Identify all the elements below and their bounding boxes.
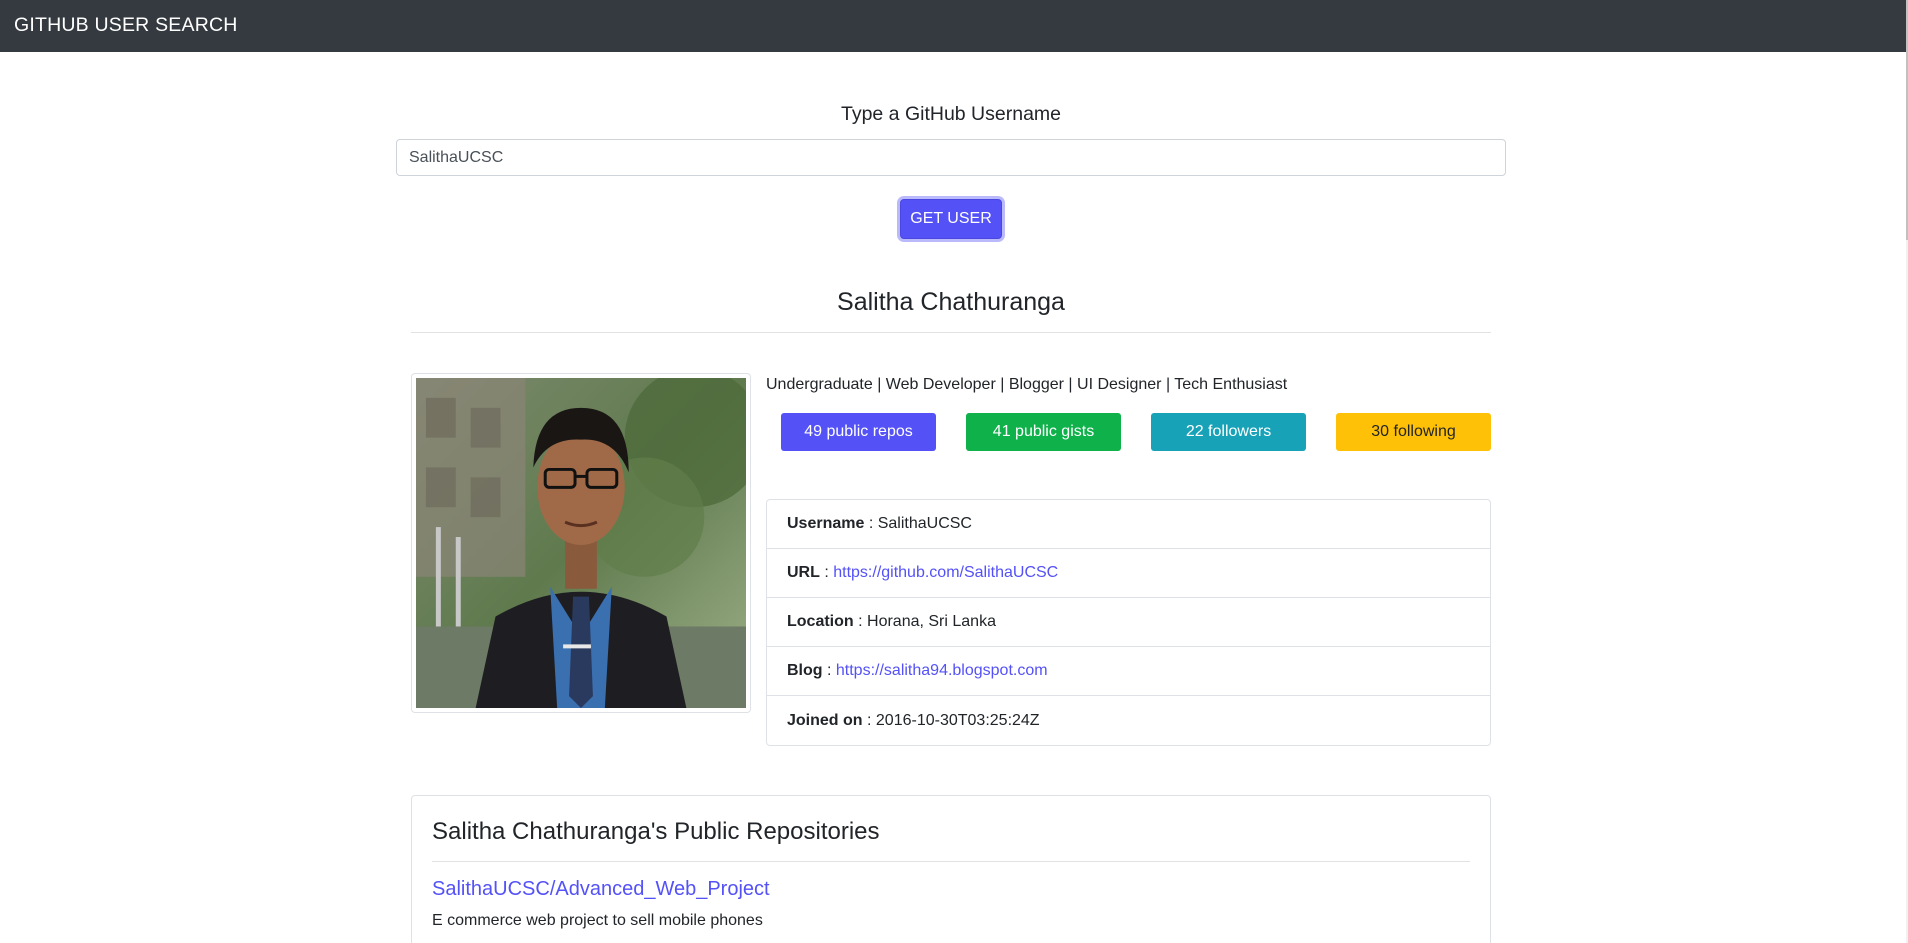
public-repos-card: Salitha Chathuranga's Public Repositorie…: [411, 795, 1491, 943]
detail-separator: :: [822, 662, 836, 679]
detail-separator: :: [864, 515, 878, 532]
detail-username: Username : SalithaUCSC: [767, 500, 1490, 549]
get-user-button[interactable]: GET USER: [900, 199, 1002, 239]
detail-value: 2016-10-30T03:25:24Z: [875, 711, 1040, 729]
avatar: [416, 378, 746, 708]
user-bio: Undergraduate | Web Developer | Blogger …: [766, 376, 1288, 393]
detail-value: SalithaUCSC: [877, 515, 972, 532]
detail-url: URL : https://github.com/SalithaUCSC: [767, 549, 1490, 598]
search-title: Type a GitHub Username: [840, 103, 1061, 125]
public-repos-badge: 49 public repos: [781, 413, 936, 451]
followers-badge: 22 followers: [1151, 413, 1306, 451]
user-details-list: Username : SalithaUCSC URL : https://git…: [766, 499, 1491, 746]
badge-label: 30 following: [1371, 423, 1456, 440]
detail-key: URL: [787, 564, 820, 581]
detail-separator: :: [853, 613, 868, 630]
detail-key: Blog: [787, 662, 823, 679]
repos-heading: Salitha Chathuranga's Public Repositorie…: [432, 818, 880, 845]
section-divider: [411, 332, 1491, 333]
badge-label: 41 public gists: [992, 423, 1095, 440]
repo-description: E commerce web project to sell mobile ph…: [432, 912, 763, 929]
detail-separator: :: [819, 564, 834, 581]
detail-separator: :: [862, 711, 876, 729]
repos-divider: [432, 861, 1470, 862]
navbar-brand[interactable]: GITHUB USER SEARCH: [14, 14, 238, 37]
badge-label: 22 followers: [1185, 423, 1272, 440]
profile-url-link[interactable]: https://github.com/SalithaUCSC: [833, 564, 1058, 582]
badge-label: 49 public repos: [804, 423, 913, 440]
repo-link[interactable]: SalithaUCSC/Advanced_Web_Project: [432, 878, 770, 901]
blog-link[interactable]: https://salitha94.blogspot.com: [836, 662, 1048, 680]
avatar-photo: [416, 378, 746, 708]
detail-location: Location : Horana, Sri Lanka: [767, 598, 1490, 647]
detail-key: Joined on: [787, 711, 863, 729]
following-badge: 30 following: [1336, 413, 1491, 451]
detail-joined-on: Joined on : 2016-10-30T03:25:24Z: [767, 696, 1490, 745]
detail-key: Username: [787, 515, 865, 532]
detail-key: Location: [787, 613, 854, 630]
avatar-frame: [411, 373, 751, 713]
user-name-heading: Salitha Chathuranga: [837, 288, 1065, 316]
detail-value: Horana, Sri Lanka: [867, 613, 996, 630]
detail-blog: Blog : https://salitha94.blogspot.com: [767, 647, 1490, 696]
public-gists-badge: 41 public gists: [966, 413, 1121, 451]
navbar: GITHUB USER SEARCH: [0, 0, 1906, 52]
username-search-input[interactable]: [396, 139, 1506, 176]
